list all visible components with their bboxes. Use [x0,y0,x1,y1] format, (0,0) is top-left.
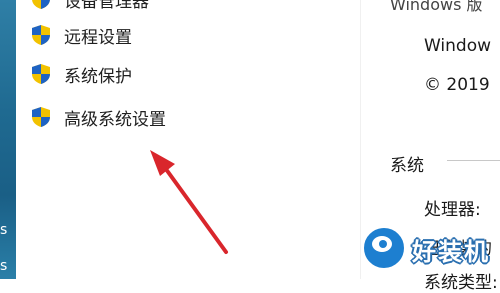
watermark-text: 好装机 [412,238,490,266]
section-divider [447,160,500,161]
processor-label: 处理器: [424,200,481,220]
watermark-logo: 好装机 [360,222,500,279]
windows-edition-name: Window [424,36,492,56]
copyright-text: © 2019 [424,75,490,95]
system-section-heading: 系统 [390,156,424,176]
windows-edition-heading: Windows 版 [390,0,483,14]
